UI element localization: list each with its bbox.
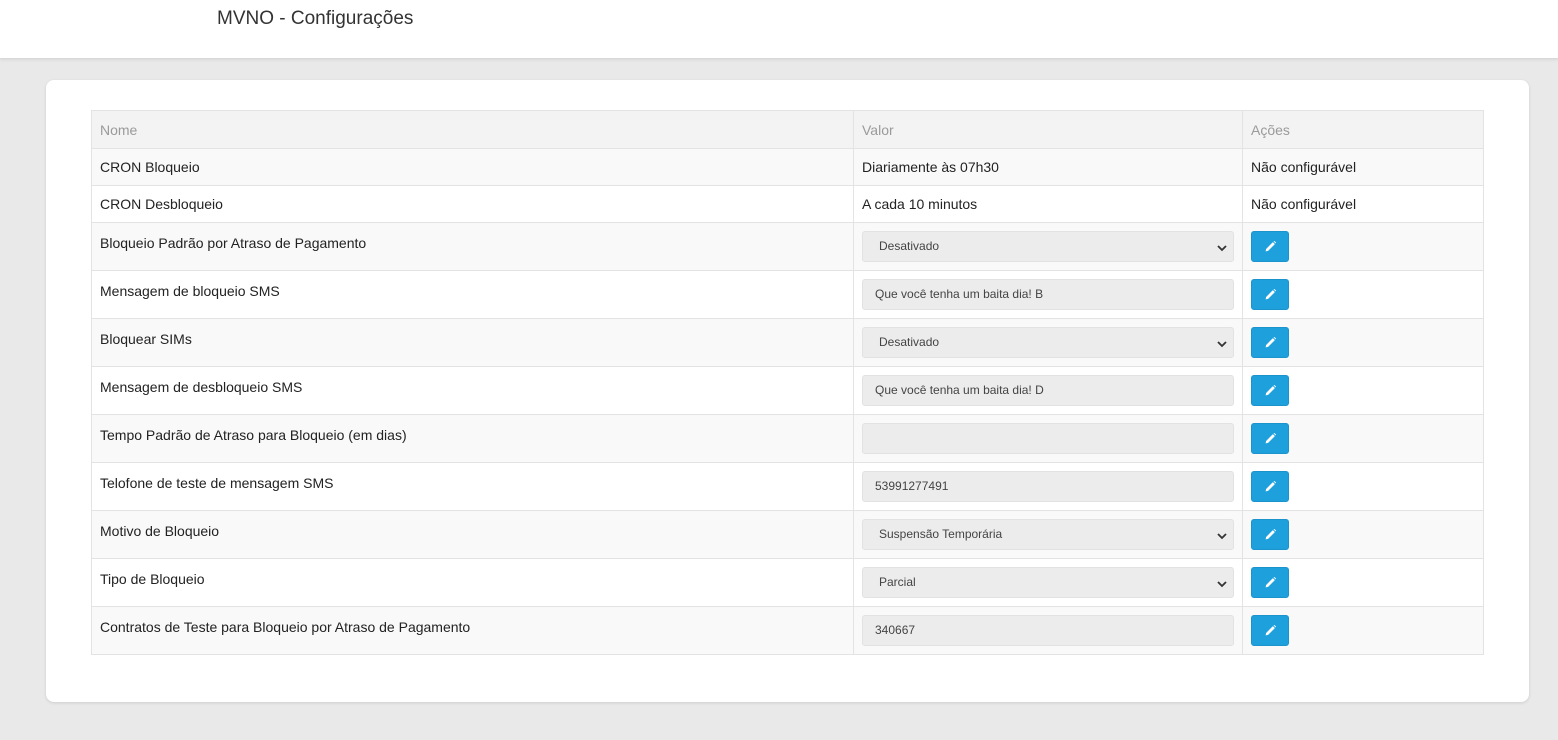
setting-action-cell (1242, 222, 1484, 271)
setting-name: Bloquear SIMs (91, 318, 854, 367)
setting-action-cell (1242, 318, 1484, 367)
setting-value-cell (853, 414, 1243, 463)
page-title: MVNO - Configurações (217, 8, 414, 29)
pencil-icon (1264, 528, 1277, 541)
setting-action-cell (1242, 606, 1484, 655)
select-value: Parcial (879, 575, 916, 589)
setting-value-cell: 340667 (853, 606, 1243, 655)
setting-name: CRON Bloqueio (91, 148, 854, 186)
setting-action-cell (1242, 270, 1484, 319)
setting-name: Mensagem de desbloqueio SMS (91, 366, 854, 415)
setting-value-cell: Que você tenha um baita dia! D (853, 366, 1243, 415)
setting-input[interactable]: 340667 (862, 615, 1234, 646)
input-value: 340667 (875, 623, 916, 637)
setting-input[interactable] (862, 423, 1234, 454)
setting-value-cell: 53991277491 (853, 462, 1243, 511)
table-row: Motivo de Bloqueio Suspensão Temporária (91, 510, 1484, 559)
setting-value-cell: Desativado (853, 222, 1243, 271)
setting-action-text: Não configurável (1242, 185, 1484, 223)
chevron-down-icon (1215, 574, 1229, 590)
setting-name: Motivo de Bloqueio (91, 510, 854, 559)
setting-name: Mensagem de bloqueio SMS (91, 270, 854, 319)
setting-action-cell (1242, 558, 1484, 607)
table-row: CRON Desbloqueio A cada 10 minutos Não con… (91, 185, 1484, 223)
pencil-icon (1264, 432, 1277, 445)
pencil-icon (1264, 384, 1277, 397)
table-header-row: Nome Valor Ações (91, 110, 1484, 149)
setting-action-cell (1242, 414, 1484, 463)
chevron-down-icon (1215, 526, 1229, 542)
setting-name: Tempo Padrão de Atraso para Bloqueio (em… (91, 414, 854, 463)
edit-button[interactable] (1251, 231, 1289, 262)
setting-value: A cada 10 minutos (853, 185, 1243, 223)
pencil-icon (1264, 336, 1277, 349)
table-row: Bloquear SIMs Desativado (91, 318, 1484, 367)
setting-select[interactable]: Desativado (862, 327, 1234, 358)
setting-name: Telofone de teste de mensagem SMS (91, 462, 854, 511)
setting-action-cell (1242, 462, 1484, 511)
pencil-icon (1264, 624, 1277, 637)
settings-card: Nome Valor Ações CRON Bloqueio Diariament… (46, 80, 1529, 702)
column-header-acoes: Ações (1242, 110, 1484, 149)
setting-input[interactable]: 53991277491 (862, 471, 1234, 502)
setting-input[interactable]: Que você tenha um baita dia! D (862, 375, 1234, 406)
chevron-down-icon (1215, 238, 1229, 254)
edit-button[interactable] (1251, 615, 1289, 646)
table-row: Tipo de Bloqueio Parcial (91, 558, 1484, 607)
column-header-valor: Valor (853, 110, 1243, 149)
edit-button[interactable] (1251, 423, 1289, 454)
pencil-icon (1264, 240, 1277, 253)
setting-input[interactable]: Que você tenha um baita dia! B (862, 279, 1234, 310)
edit-button[interactable] (1251, 519, 1289, 550)
table-row: CRON Bloqueio Diariamente às 07h30 Não con… (91, 148, 1484, 186)
setting-select[interactable]: Parcial (862, 567, 1234, 598)
setting-name: Bloqueio Padrão por Atraso de Pagamento (91, 222, 854, 271)
table-row: Telofone de teste de mensagem SMS 5399127… (91, 462, 1484, 511)
input-value: Que você tenha um baita dia! D (875, 383, 1044, 397)
setting-value-cell: Suspensão Temporária (853, 510, 1243, 559)
input-value: Que você tenha um baita dia! B (875, 287, 1044, 301)
setting-action-text: Não configurável (1242, 148, 1484, 186)
setting-action-cell (1242, 366, 1484, 415)
column-header-nome: Nome (91, 110, 854, 149)
table-row: Tempo Padrão de Atraso para Bloqueio (em… (91, 414, 1484, 463)
setting-name: Contratos de Teste para Bloqueio por Atr… (91, 606, 854, 655)
pencil-icon (1264, 288, 1277, 301)
table-row: Mensagem de bloqueio SMS Que você tenha u… (91, 270, 1484, 319)
setting-value-cell: Desativado (853, 318, 1243, 367)
edit-button[interactable] (1251, 327, 1289, 358)
pencil-icon (1264, 480, 1277, 493)
select-value: Suspensão Temporária (879, 527, 1003, 541)
edit-button[interactable] (1251, 279, 1289, 310)
setting-select[interactable]: Suspensão Temporária (862, 519, 1234, 550)
table-row: Bloqueio Padrão por Atraso de Pagamento D… (91, 222, 1484, 271)
table-row: Contratos de Teste para Bloqueio por Atr… (91, 606, 1484, 655)
chevron-down-icon (1215, 334, 1229, 350)
setting-name: Tipo de Bloqueio (91, 558, 854, 607)
select-value: Desativado (879, 335, 940, 349)
pencil-icon (1264, 576, 1277, 589)
select-value: Desativado (879, 239, 940, 253)
table-row: Mensagem de desbloqueio SMS Que você tenh… (91, 366, 1484, 415)
settings-table: Nome Valor Ações CRON Bloqueio Diariament… (91, 110, 1484, 655)
setting-select[interactable]: Desativado (862, 231, 1234, 262)
setting-name: CRON Desbloqueio (91, 185, 854, 223)
setting-value-cell: Parcial (853, 558, 1243, 607)
edit-button[interactable] (1251, 567, 1289, 598)
setting-action-cell (1242, 510, 1484, 559)
edit-button[interactable] (1251, 375, 1289, 406)
setting-value-cell: Que você tenha um baita dia! B (853, 270, 1243, 319)
input-value: 53991277491 (875, 479, 949, 493)
top-bar: MVNO - Configurações (0, 0, 1558, 59)
edit-button[interactable] (1251, 471, 1289, 502)
setting-value: Diariamente às 07h30 (853, 148, 1243, 186)
